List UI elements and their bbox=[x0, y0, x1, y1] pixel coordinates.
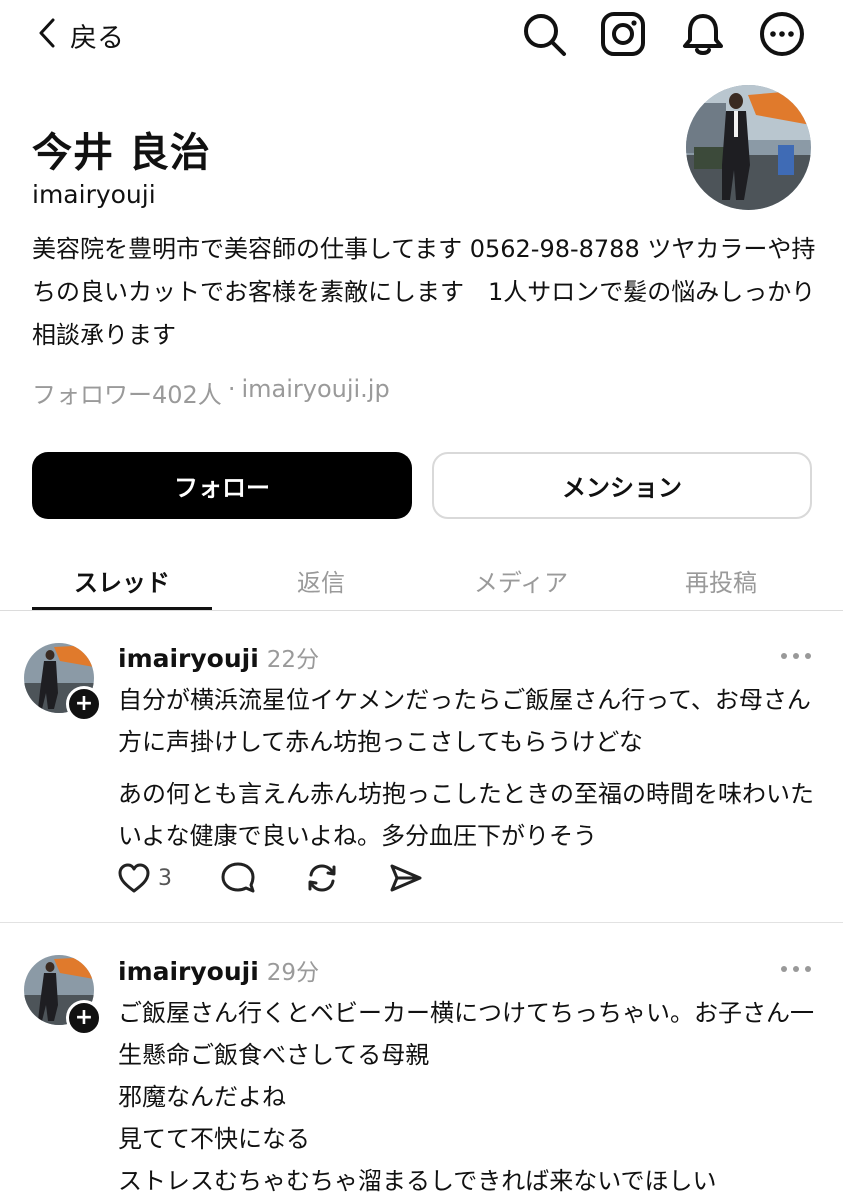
post-body: ご飯屋さん行くとベビーカー横につけてちっちゃい。お子さん一生懸命ご飯食べさしてる… bbox=[118, 992, 818, 1202]
mention-button[interactable]: メンション bbox=[432, 452, 812, 519]
follow-button[interactable]: フォロー bbox=[32, 452, 412, 519]
more-icon[interactable] bbox=[759, 11, 805, 57]
website-link[interactable]: imairyouji.jp bbox=[241, 375, 389, 410]
post-line: ご飯屋さん行くとベビーカー横につけてちっちゃい。お子さん一生懸命ご飯食べさしてる… bbox=[118, 999, 814, 1069]
post-more-icon[interactable] bbox=[778, 959, 814, 979]
tab-reposts[interactable]: 再投稿 bbox=[621, 552, 821, 608]
tab-replies[interactable]: 返信 bbox=[221, 552, 421, 608]
tab-media[interactable]: メディア bbox=[421, 552, 621, 608]
tab-divider bbox=[0, 610, 843, 611]
repost-icon bbox=[304, 860, 340, 896]
search-icon[interactable] bbox=[521, 11, 567, 57]
repost-button[interactable] bbox=[304, 860, 340, 896]
post-divider bbox=[0, 922, 843, 923]
send-icon bbox=[388, 860, 424, 896]
post-line: 自分が横浜流星位イケメンだったらご飯屋さん行って、お母さん方に声掛けして赤ん坊抱… bbox=[118, 686, 811, 756]
follow-plus-icon[interactable]: + bbox=[66, 686, 102, 722]
post-timestamp: 22分 bbox=[266, 647, 320, 673]
post-line: ストレスむちゃむちゃ溜まるしできれば来ないでほしい bbox=[118, 1167, 717, 1195]
follow-plus-icon[interactable]: + bbox=[66, 1000, 102, 1036]
post-line: 邪魔なんだよね bbox=[118, 1083, 286, 1111]
follower-count[interactable]: フォロワー402人 bbox=[32, 375, 222, 410]
heart-icon bbox=[116, 860, 152, 896]
post-username[interactable]: imairyouji bbox=[118, 644, 259, 673]
profile-name: 今井 良治 bbox=[32, 130, 211, 176]
post-line: あの何とも言えん赤ん坊抱っこしたときの至福の時間を味わいたいよな健康で良いよね。… bbox=[118, 780, 814, 850]
back-label: 戻る bbox=[70, 22, 124, 54]
back-button[interactable]: 戻る bbox=[36, 14, 124, 56]
instagram-icon[interactable] bbox=[600, 11, 646, 57]
post-more-icon[interactable] bbox=[778, 646, 814, 666]
share-button[interactable] bbox=[388, 860, 424, 896]
chevron-left-icon bbox=[36, 16, 58, 54]
post-line: 見てて不快になる bbox=[118, 1125, 310, 1153]
meta-separator: · bbox=[227, 375, 236, 403]
post-actions: 3 bbox=[116, 860, 424, 896]
like-button[interactable]: 3 bbox=[116, 860, 172, 896]
profile-bio: 美容院を豊明市で美容師の仕事してます 0562-98-8788 ツヤカラーや持ち… bbox=[32, 235, 816, 349]
comment-icon bbox=[220, 860, 256, 896]
profile-meta: フォロワー402人 · imairyouji.jp bbox=[32, 375, 390, 410]
post-header: imairyouji 29分 bbox=[118, 953, 319, 987]
post-timestamp: 29分 bbox=[266, 960, 320, 986]
reply-button[interactable] bbox=[220, 860, 256, 896]
post-header: imairyouji 22分 bbox=[118, 640, 319, 674]
post-body: 自分が横浜流星位イケメンだったらご飯屋さん行って、お母さん方に声掛けして赤ん坊抱… bbox=[118, 679, 818, 857]
profile-handle: imairyouji bbox=[32, 180, 156, 209]
post-username[interactable]: imairyouji bbox=[118, 957, 259, 986]
bell-icon[interactable] bbox=[680, 11, 726, 57]
like-count: 3 bbox=[158, 865, 172, 891]
profile-avatar[interactable] bbox=[686, 85, 811, 210]
tab-threads[interactable]: スレッド bbox=[22, 552, 222, 608]
active-tab-indicator bbox=[32, 607, 212, 610]
